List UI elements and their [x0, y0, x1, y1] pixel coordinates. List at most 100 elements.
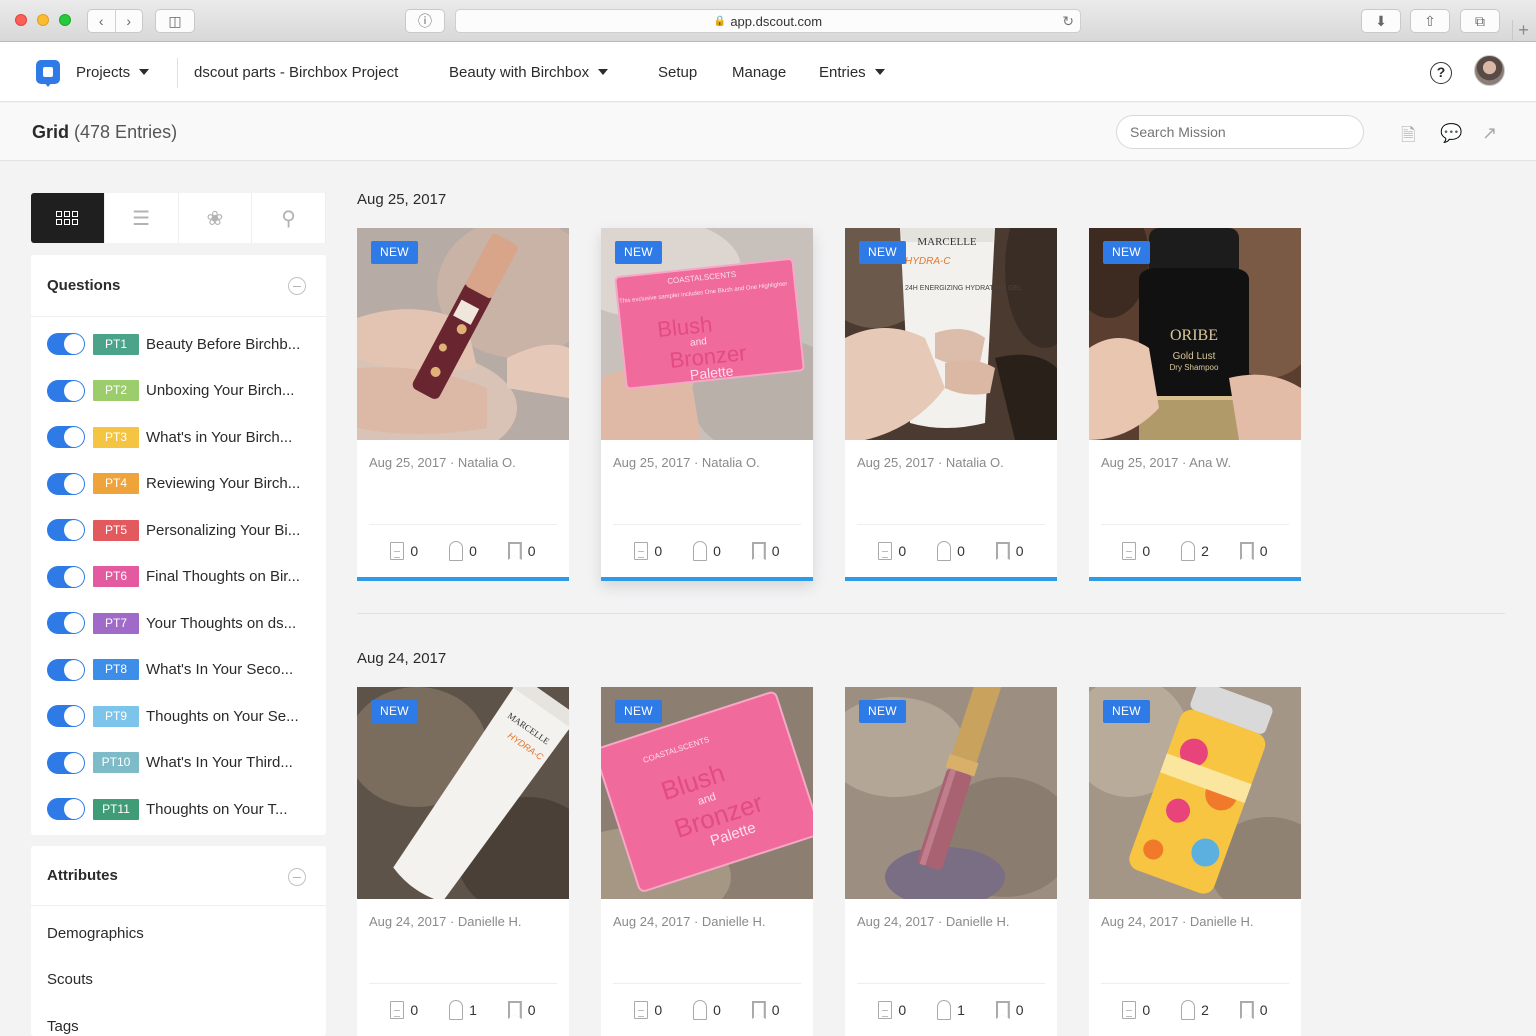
toggle-switch[interactable]: [47, 519, 85, 542]
question-label[interactable]: What's In Your Third...: [146, 754, 293, 771]
notes-count[interactable]: 0: [634, 1000, 662, 1020]
reload-icon[interactable]: ↻: [1062, 13, 1074, 30]
toggle-switch[interactable]: [47, 379, 85, 402]
question-label[interactable]: Beauty Before Birchb...: [146, 336, 300, 353]
bookmarks-count[interactable]: 0: [751, 1000, 780, 1020]
tags-count[interactable]: 2: [1181, 541, 1209, 561]
toggle-switch[interactable]: [47, 333, 85, 356]
toggle-switch[interactable]: [47, 612, 85, 635]
notes-count[interactable]: 0: [878, 541, 906, 561]
collapse-icon[interactable]: [288, 277, 306, 295]
forward-icon[interactable]: ›: [115, 13, 142, 29]
entry-card[interactable]: COASTALSCENTS This exclusive sampler inc…: [601, 228, 813, 581]
new-tab-icon[interactable]: +: [1512, 20, 1534, 42]
tags-count[interactable]: 0: [693, 1000, 721, 1020]
entry-card[interactable]: NEW Aug 24, 2017 · Danielle H. 0 2 0: [1089, 687, 1301, 1036]
attributes-header[interactable]: Attributes: [31, 846, 326, 906]
toggle-switch[interactable]: [47, 751, 85, 774]
toggle-switch[interactable]: [47, 472, 85, 495]
tags-count[interactable]: 0: [937, 541, 965, 561]
question-label[interactable]: Thoughts on Your T...: [146, 801, 288, 818]
dscout-logo-icon[interactable]: [36, 60, 60, 87]
entry-photo[interactable]: HYDRA-C MARCELLE NEW: [357, 687, 569, 899]
entry-photo[interactable]: COASTALSCENTS Blush and Bronzer Palette …: [601, 687, 813, 899]
entry-photo[interactable]: ORIBE Gold Lust Dry Shampoo NEW: [1089, 228, 1301, 440]
project-name[interactable]: dscout parts - Birchbox Project: [194, 42, 398, 102]
share-icon[interactable]: ⇧: [1410, 9, 1450, 33]
bookmarks-count[interactable]: 0: [1239, 1000, 1268, 1020]
tabs-overview-icon[interactable]: ⧉: [1460, 9, 1500, 33]
tags-count[interactable]: 1: [449, 1000, 477, 1020]
question-label[interactable]: Unboxing Your Birch...: [146, 382, 294, 399]
toggle-switch[interactable]: [47, 658, 85, 681]
question-label[interactable]: Your Thoughts on ds...: [146, 615, 296, 632]
toggle-switch[interactable]: [47, 705, 85, 728]
bookmarks-count[interactable]: 0: [995, 1000, 1024, 1020]
entry-card[interactable]: COASTALSCENTS Blush and Bronzer Palette …: [601, 687, 813, 1036]
notes-count[interactable]: 0: [390, 541, 418, 561]
tags-count[interactable]: 0: [693, 541, 721, 561]
bookmarks-count[interactable]: 0: [995, 541, 1024, 561]
nav-setup[interactable]: Setup: [658, 42, 697, 102]
question-label[interactable]: Reviewing Your Birch...: [146, 475, 300, 492]
attribute-demographics[interactable]: Demographics: [31, 910, 326, 957]
entry-card[interactable]: NEW Aug 24, 2017 · Danielle H. 0 1 0: [845, 687, 1057, 1036]
toggle-switch[interactable]: [47, 426, 85, 449]
notes-count[interactable]: 0: [1122, 541, 1150, 561]
mission-dropdown[interactable]: Beauty with Birchbox: [449, 42, 609, 102]
address-bar[interactable]: 🔒 app.dscout.com ↻: [455, 9, 1081, 33]
notes-count[interactable]: 0: [390, 1000, 418, 1020]
entry-photo[interactable]: NEW: [1089, 687, 1301, 899]
list-view-icon[interactable]: ☰: [105, 193, 179, 243]
tags-count[interactable]: 1: [937, 1000, 965, 1020]
question-label[interactable]: What's In Your Seco...: [146, 661, 293, 678]
zoom-window-button[interactable]: [59, 14, 71, 26]
attribute-tags[interactable]: Tags: [31, 1003, 326, 1036]
sidebar-toggle-icon[interactable]: ◫: [155, 9, 195, 33]
entry-card[interactable]: HYDRA-C MARCELLE NEW Aug 24, 2017 · Dani…: [357, 687, 569, 1036]
nav-manage[interactable]: Manage: [732, 42, 786, 102]
notes-count[interactable]: 0: [1122, 1000, 1150, 1020]
question-label[interactable]: What's in Your Birch...: [146, 429, 292, 446]
question-label[interactable]: Thoughts on Your Se...: [146, 708, 299, 725]
cluster-view-icon[interactable]: ❀: [179, 193, 253, 243]
entry-card[interactable]: NEW Aug 25, 2017 · Natalia O. 0 0 0: [357, 228, 569, 581]
back-icon[interactable]: ‹: [88, 13, 115, 29]
entry-photo[interactable]: COASTALSCENTS This exclusive sampler inc…: [601, 228, 813, 440]
bookmarks-count[interactable]: 0: [751, 541, 780, 561]
attribute-scouts[interactable]: Scouts: [31, 957, 326, 1004]
entry-photo[interactable]: NEW: [845, 687, 1057, 899]
downloads-icon[interactable]: ⬇: [1361, 9, 1401, 33]
entry-card[interactable]: 24H ENERGIZING HYDRATING GEL MARCELLE HY…: [845, 228, 1057, 581]
tags-count[interactable]: 2: [1181, 1000, 1209, 1020]
projects-dropdown[interactable]: Projects: [76, 42, 150, 102]
avatar[interactable]: [1474, 55, 1505, 86]
new-badge: NEW: [615, 241, 662, 264]
toggle-switch[interactable]: [47, 565, 85, 588]
export-icon[interactable]: ↗: [1482, 123, 1497, 144]
entry-photo[interactable]: NEW: [357, 228, 569, 440]
bookmarks-count[interactable]: 0: [1239, 541, 1268, 561]
document-icon[interactable]: 🗎: [1401, 123, 1415, 153]
bookmarks-count[interactable]: 0: [507, 1000, 536, 1020]
reader-info-icon[interactable]: ⓘ: [405, 9, 445, 33]
notes-count[interactable]: 0: [878, 1000, 906, 1020]
map-pin-icon[interactable]: ⚲: [252, 193, 326, 243]
close-window-button[interactable]: [15, 14, 27, 26]
notes-count[interactable]: 0: [634, 541, 662, 561]
bookmarks-count[interactable]: 0: [507, 541, 536, 561]
tags-count[interactable]: 0: [449, 541, 477, 561]
toggle-switch[interactable]: [47, 798, 85, 821]
comment-icon[interactable]: 💬: [1440, 123, 1462, 144]
search-input[interactable]: [1116, 115, 1364, 149]
entries-dropdown[interactable]: Entries: [819, 42, 885, 102]
questions-header[interactable]: Questions: [31, 255, 326, 317]
help-icon[interactable]: ?: [1430, 62, 1452, 84]
question-label[interactable]: Final Thoughts on Bir...: [146, 568, 300, 585]
entry-card[interactable]: ORIBE Gold Lust Dry Shampoo NEW Aug 25, …: [1089, 228, 1301, 581]
collapse-icon[interactable]: [288, 868, 306, 886]
entry-photo[interactable]: 24H ENERGIZING HYDRATING GEL MARCELLE HY…: [845, 228, 1057, 440]
grid-view-icon[interactable]: [31, 193, 105, 243]
minimize-window-button[interactable]: [37, 14, 49, 26]
question-label[interactable]: Personalizing Your Bi...: [146, 522, 300, 539]
